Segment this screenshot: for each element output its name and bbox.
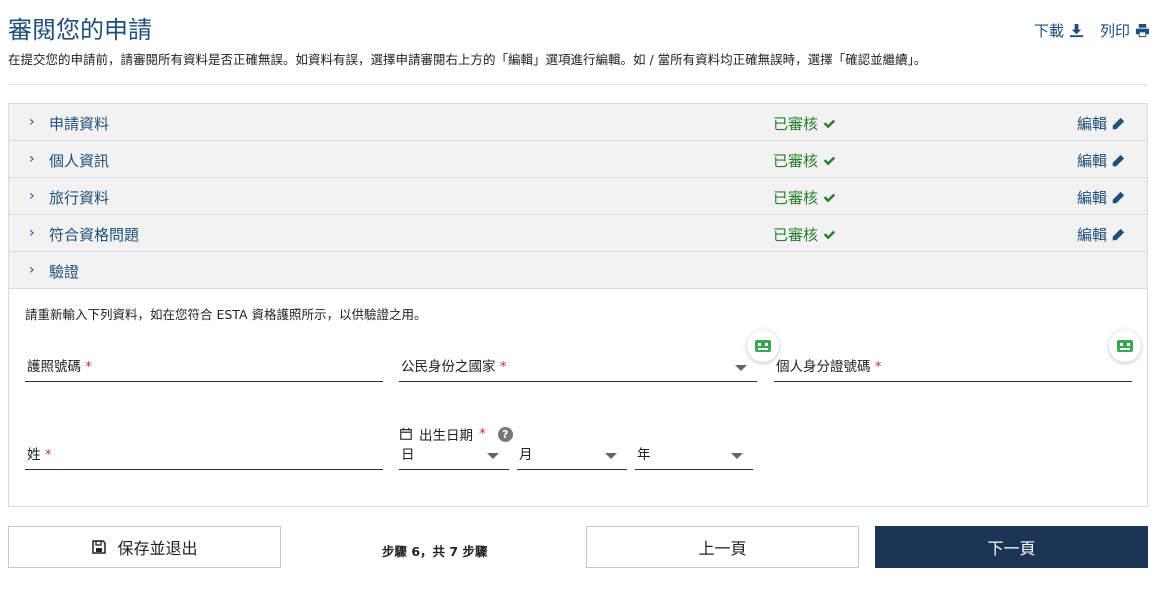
required-marker: *: [44, 447, 52, 463]
status-text: 已審核: [773, 115, 819, 133]
page-title: 審閱您的申請: [8, 16, 152, 44]
section-application-info[interactable]: › 申請資料 已審核 編輯: [9, 104, 1147, 141]
required-marker: *: [874, 359, 882, 375]
caret-down-icon: [731, 453, 743, 459]
edit-button[interactable]: 編輯: [1077, 113, 1125, 134]
page-instructions: 在提交您的申請前，請審閱所有資料是否正確無誤。如資料有誤，選擇申請審閱右上方的「…: [8, 52, 927, 67]
status-text: 已審核: [773, 189, 819, 207]
year-label: 年: [637, 447, 651, 463]
bot-icon: [1117, 340, 1133, 352]
required-marker: *: [85, 359, 93, 375]
review-accordion: › 申請資料 已審核 編輯 › 個人資訊 已審核 編輯 › 旅行資料 已審核 編…: [8, 103, 1148, 507]
edit-button[interactable]: 編輯: [1077, 187, 1125, 208]
national-id-label: 個人身分證號碼: [776, 359, 871, 375]
page-tools: 下載 列印: [1034, 20, 1150, 41]
status-badge: 已審核: [773, 113, 836, 134]
status-badge: 已審核: [773, 224, 836, 245]
check-icon: [823, 119, 836, 128]
caret-down-icon: [487, 453, 499, 459]
status-text: 已審核: [773, 226, 819, 244]
chevron-right-icon: ›: [29, 262, 35, 278]
bot-icon: [755, 340, 771, 352]
edit-label: 編輯: [1077, 152, 1108, 170]
print-icon: [1135, 23, 1150, 38]
national-id-field[interactable]: 個人身分證號碼 *: [774, 350, 1132, 382]
passport-number-field[interactable]: 護照號碼 *: [25, 350, 383, 382]
caret-down-icon: [735, 365, 747, 371]
pencil-icon: [1112, 191, 1125, 203]
chevron-right-icon: ›: [29, 151, 35, 167]
country-select[interactable]: 公民身份之國家 *: [399, 350, 757, 382]
edit-label: 編輯: [1077, 115, 1108, 133]
assistant-bot-button[interactable]: [1109, 330, 1141, 362]
surname-field[interactable]: 姓 *: [25, 438, 383, 470]
verification-instruction: 請重新輸入下列資料，如在您符合 ESTA 資格護照所示，以供驗證之用。: [25, 307, 427, 322]
edit-button[interactable]: 編輯: [1077, 150, 1125, 171]
download-link[interactable]: 下載: [1034, 20, 1084, 41]
check-icon: [823, 156, 836, 165]
dob-year-select[interactable]: 年: [635, 438, 753, 470]
surname-label: 姓: [27, 447, 41, 463]
section-label: 旅行資料: [49, 189, 110, 207]
section-verification[interactable]: › 驗證: [9, 252, 1147, 289]
section-label: 個人資訊: [49, 152, 110, 170]
section-label: 申請資料: [49, 115, 110, 133]
dob-month-select[interactable]: 月: [517, 438, 627, 470]
section-personal-info[interactable]: › 個人資訊 已審核 編輯: [9, 141, 1147, 178]
section-label: 驗證: [49, 263, 80, 281]
status-badge: 已審核: [773, 150, 836, 171]
month-label: 月: [519, 447, 533, 463]
download-label: 下載: [1033, 22, 1064, 40]
section-travel-info[interactable]: › 旅行資料 已審核 編輯: [9, 178, 1147, 215]
section-label: 符合資格問題: [49, 226, 140, 244]
section-eligibility-questions[interactable]: › 符合資格問題 已審核 編輯: [9, 215, 1147, 252]
previous-label: 上一頁: [698, 539, 747, 558]
edit-button[interactable]: 編輯: [1077, 224, 1125, 245]
status-text: 已審核: [773, 152, 819, 170]
edit-label: 編輯: [1077, 226, 1108, 244]
pencil-icon: [1112, 117, 1125, 129]
download-icon: [1069, 23, 1084, 38]
day-label: 日: [401, 447, 415, 463]
check-icon: [823, 230, 836, 239]
edit-label: 編輯: [1077, 189, 1108, 207]
dob-day-select[interactable]: 日: [399, 438, 509, 470]
chevron-right-icon: ›: [29, 114, 35, 130]
save-and-exit-label: 保存並退出: [117, 539, 198, 558]
country-label: 公民身份之國家: [401, 359, 496, 375]
required-marker: *: [499, 359, 507, 375]
previous-button[interactable]: 上一頁: [586, 526, 859, 568]
print-link[interactable]: 列印: [1100, 20, 1150, 41]
chevron-right-icon: ›: [29, 188, 35, 204]
status-badge: 已審核: [773, 187, 836, 208]
pencil-icon: [1112, 154, 1125, 166]
passport-number-label: 護照號碼: [27, 359, 81, 375]
check-icon: [823, 193, 836, 202]
chevron-right-icon: ›: [29, 225, 35, 241]
save-and-exit-button[interactable]: 保存並退出: [8, 526, 281, 568]
floppy-disk-icon: [92, 540, 107, 554]
caret-down-icon: [605, 453, 617, 459]
header-divider: [8, 84, 1148, 85]
step-indicator: 步驟 6，共 7 步驟: [382, 544, 488, 559]
pencil-icon: [1112, 228, 1125, 240]
next-button[interactable]: 下一頁: [875, 526, 1148, 568]
next-label: 下一頁: [987, 539, 1036, 558]
print-label: 列印: [1099, 22, 1130, 40]
